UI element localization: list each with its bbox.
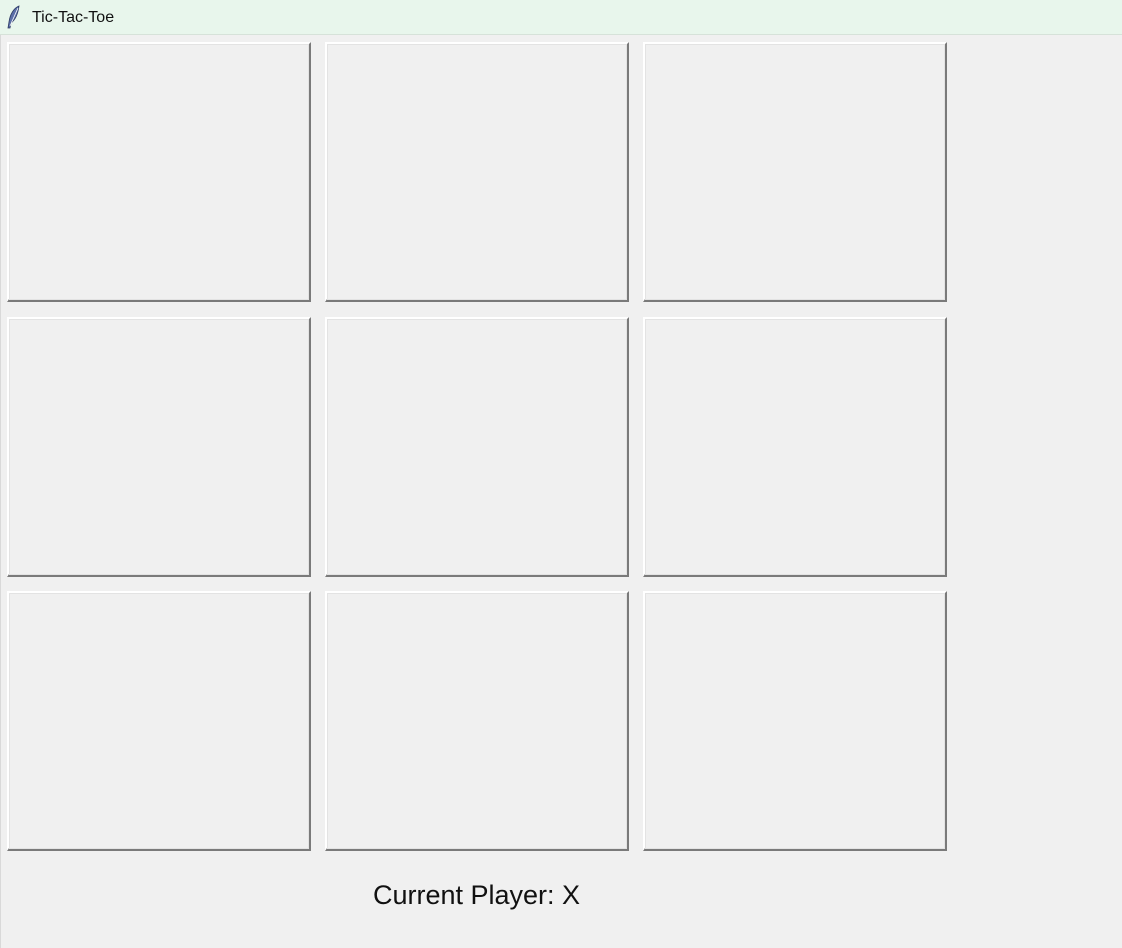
current-player-label: Current Player: X: [372, 880, 581, 910]
board-cell-5[interactable]: [325, 317, 629, 577]
board-cell-3[interactable]: [643, 42, 947, 302]
board-cell-7[interactable]: [7, 591, 311, 851]
window-title: Tic-Tac-Toe: [32, 9, 115, 26]
board-cell-8[interactable]: [325, 591, 629, 851]
board-cell-4[interactable]: [7, 317, 311, 577]
board-cell-6[interactable]: [643, 317, 947, 577]
board-cell-2[interactable]: [325, 42, 629, 302]
board-cell-9[interactable]: [643, 591, 947, 851]
feather-icon: [7, 5, 20, 29]
title-bar: Tic-Tac-Toe: [0, 0, 1122, 35]
board-cell-1[interactable]: [7, 42, 311, 302]
